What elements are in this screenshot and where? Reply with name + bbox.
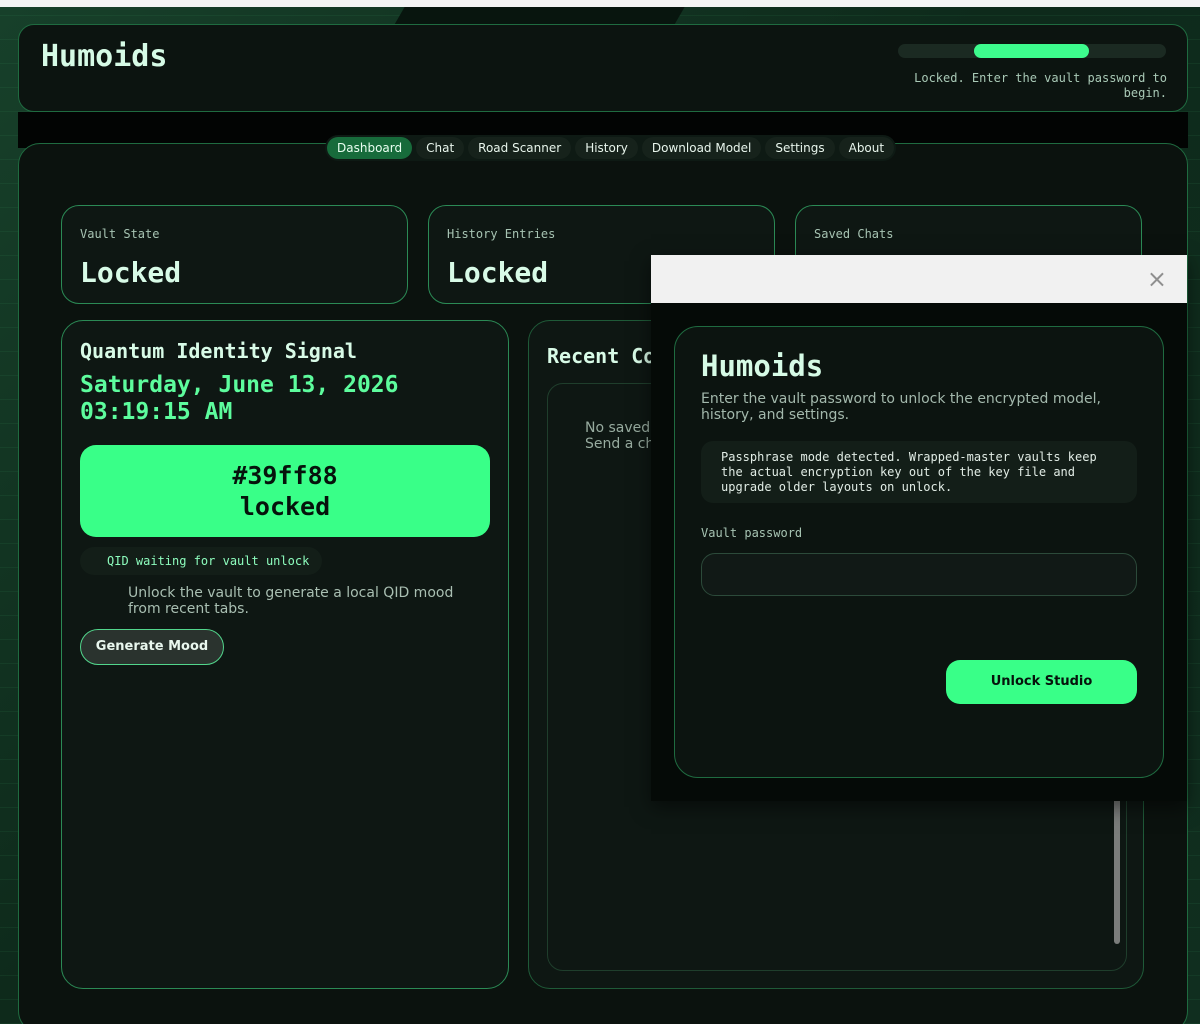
stat-label: Vault State [80,227,160,241]
close-icon[interactable]: × [1147,266,1167,292]
qid-date: Saturday, June 13, 2026 [80,372,399,398]
status-text: Locked. Enter the vault password to begi… [914,71,1167,100]
tab-download-model[interactable]: Download Model [641,137,762,159]
qid-datetime: Saturday, June 13, 2026 03:19:15 AM [80,372,500,426]
stat-label: History Entries [447,227,556,241]
generate-mood-button[interactable]: Generate Mood [80,629,224,665]
qid-color-label: #39ff88 [232,461,338,490]
tab-history[interactable]: History [575,137,638,159]
modal-title: Humoids [701,349,824,383]
tab-about[interactable]: About [838,137,895,159]
qid-state: locked [239,492,331,521]
unlock-card: Humoids Enter the vault password to unlo… [674,326,1164,778]
tab-settings[interactable]: Settings [765,137,835,159]
stat-value: Locked [80,256,182,289]
qid-color-swatch: #39ff88 locked [80,445,490,537]
tab-chat[interactable]: Chat [416,137,465,159]
unlock-studio-button[interactable]: Unlock Studio [946,660,1137,704]
qid-panel: Quantum Identity Signal Saturday, June 1… [61,320,509,989]
stat-value: Locked [447,256,549,289]
qid-time: 03:19:15 AM [80,399,233,425]
tab-bar: Dashboard Chat Road Scanner History Down… [325,135,897,161]
app-title: Humoids [41,39,168,74]
app-header: Humoids Locked. Enter the vault password… [18,24,1188,112]
tab-dashboard[interactable]: Dashboard [327,137,413,159]
recent-title: Recent Co [547,344,656,368]
qid-description: Unlock the vault to generate a local QID… [128,585,454,617]
vault-password-input[interactable] [701,553,1137,596]
password-label: Vault password [701,526,803,540]
recent-scrollbar[interactable] [1114,798,1120,944]
modal-subtitle: Enter the vault password to unlock the e… [701,391,1101,423]
stat-card-vault-state: Vault State Locked [61,205,408,304]
top-edge [0,0,1200,7]
progress-fill [974,44,1089,58]
qid-title: Quantum Identity Signal [80,339,357,363]
passphrase-info: Passphrase mode detected. Wrapped-master… [701,441,1137,503]
progress-bar [898,44,1166,58]
stat-label: Saved Chats [814,227,894,241]
tab-road-scanner[interactable]: Road Scanner [468,137,572,159]
qid-status-badge: QID waiting for vault unlock [80,547,322,575]
unlock-modal: × Humoids Enter the vault password to un… [651,255,1187,801]
modal-titlebar: × [651,255,1187,303]
